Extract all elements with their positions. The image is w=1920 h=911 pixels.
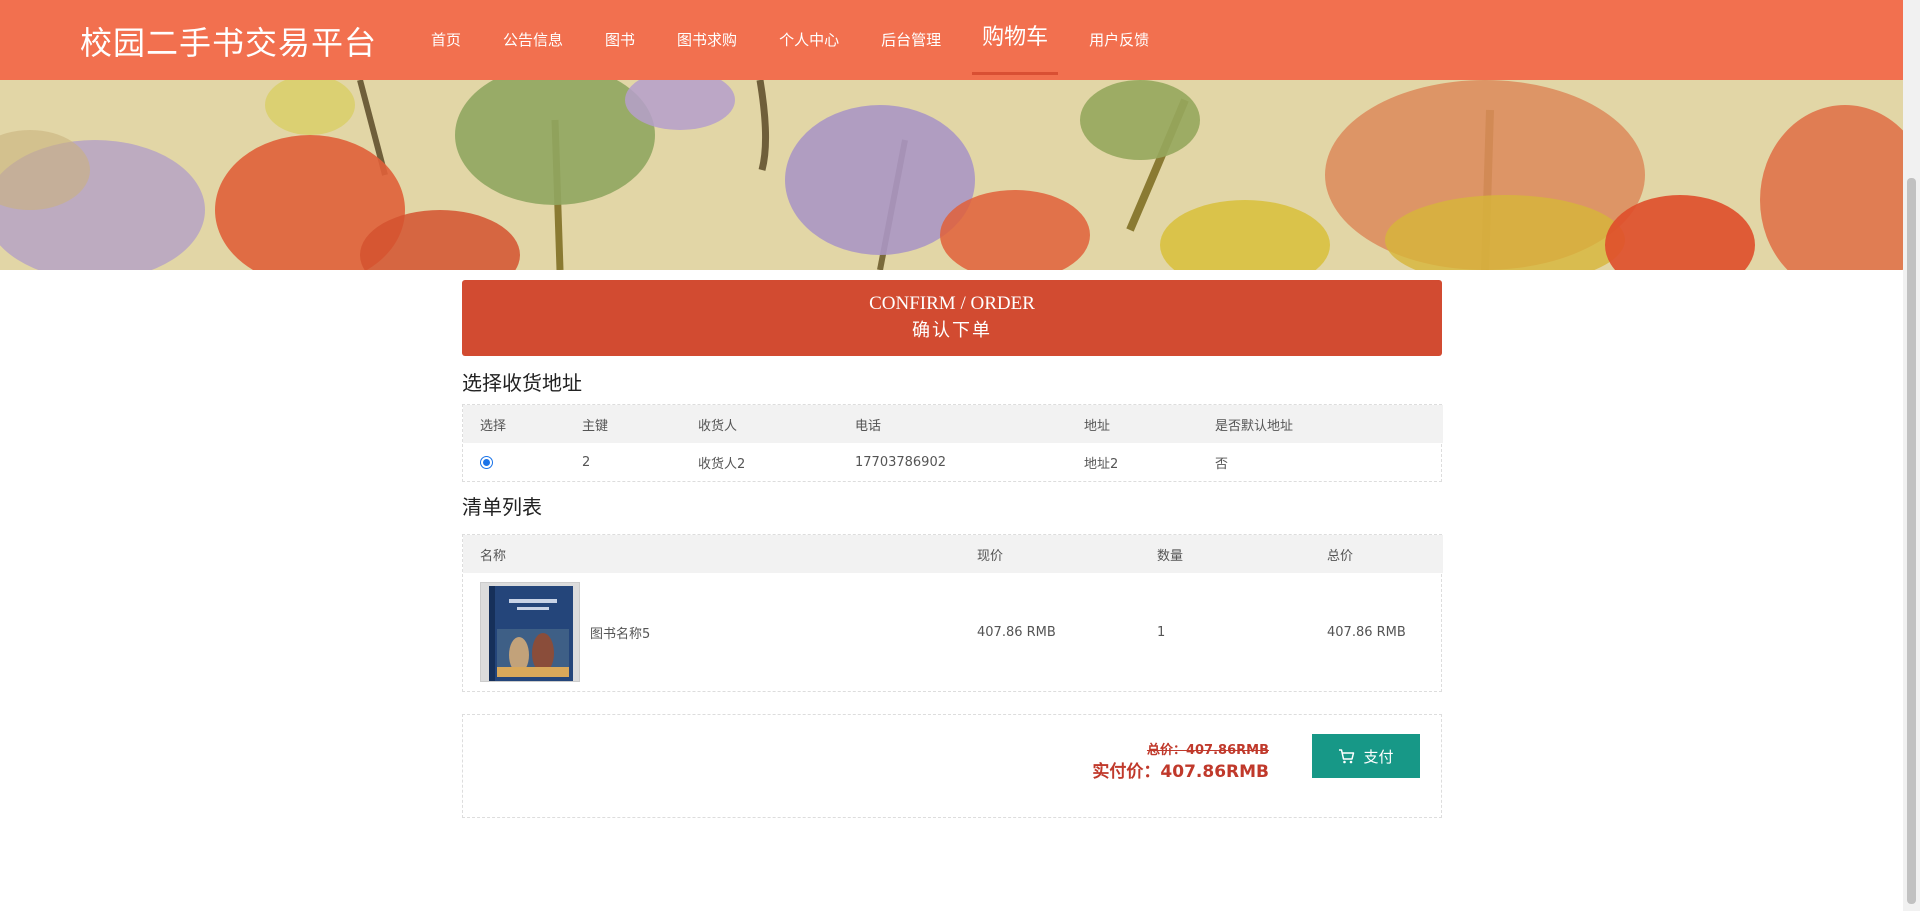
address-table: 选择 主键 收货人 电话 地址 是否默认地址 2 收货人2 1770378690…: [463, 405, 1443, 481]
confirm-title-cn: 确认下单: [912, 320, 992, 341]
pay-button-label: 支付: [1363, 747, 1394, 766]
address-receiver: 收货人2: [698, 456, 746, 472]
book-price: 407.86 RMB: [977, 624, 1056, 640]
col-total: 总价: [1310, 535, 1443, 573]
book-cover-image[interactable]: [480, 582, 580, 682]
cart-icon: [1339, 749, 1355, 764]
col-qty: 数量: [1140, 535, 1310, 573]
book-cover-icon: [481, 583, 579, 681]
table-row: 图书名称5 407.86 RMB 1 407.86 RMB: [463, 573, 1443, 691]
total-price-actual: 实付价：407.86RMB: [1092, 762, 1269, 782]
col-price: 现价: [960, 535, 1140, 573]
nav-personal-center[interactable]: 个人中心: [758, 0, 860, 80]
confirm-title-en: CONFIRM / ORDER: [869, 293, 1035, 314]
col-default: 是否默认地址: [1198, 405, 1443, 443]
list-table-wrapper: 名称 现价 数量 总价 图书名称5 407.86 RMB 1 407.86 RM…: [462, 534, 1443, 692]
address-table-wrapper: 选择 主键 收货人 电话 地址 是否默认地址 2 收货人2 1770378690…: [462, 404, 1443, 482]
address-section-title: 选择收货地址: [462, 371, 582, 395]
top-nav-bar: 校园二手书交易平台 首页 公告信息 图书 图书求购 个人中心 后台管理 购物车 …: [0, 0, 1903, 80]
nav-book-requests[interactable]: 图书求购: [656, 0, 758, 80]
col-address: 地址: [1067, 405, 1198, 443]
col-select: 选择: [463, 405, 565, 443]
nav-books[interactable]: 图书: [584, 0, 656, 80]
list-section-title: 清单列表: [462, 495, 542, 519]
book-name[interactable]: 图书名称5: [590, 623, 650, 642]
banner-trees-illustration: [0, 80, 1903, 270]
address-text: 地址2: [1084, 456, 1119, 472]
nav-feedback[interactable]: 用户反馈: [1068, 0, 1170, 80]
site-brand[interactable]: 校园二手书交易平台: [80, 18, 377, 64]
address-default: 否: [1215, 456, 1229, 472]
scrollbar-thumb[interactable]: [1907, 178, 1916, 904]
col-id: 主键: [565, 405, 681, 443]
order-list-table: 名称 现价 数量 总价 图书名称5 407.86 RMB 1 407.86 RM…: [463, 535, 1443, 691]
address-radio[interactable]: [480, 455, 493, 469]
pay-button[interactable]: 支付: [1312, 734, 1420, 778]
vertical-scrollbar[interactable]: [1903, 0, 1920, 911]
nav-home[interactable]: 首页: [410, 0, 482, 80]
table-row: 2 收货人2 17703786902 地址2 否: [463, 443, 1443, 481]
address-phone: 17703786902: [855, 454, 946, 470]
book-qty: 1: [1157, 624, 1166, 640]
col-receiver: 收货人: [681, 405, 838, 443]
col-phone: 电话: [838, 405, 1067, 443]
confirm-order-header: CONFIRM / ORDER 确认下单: [462, 280, 1442, 356]
main-nav: 首页 公告信息 图书 图书求购 个人中心 后台管理 购物车 用户反馈: [410, 0, 1170, 80]
address-select-cell: [463, 443, 565, 481]
payment-summary: 总价：407.86RMB 实付价：407.86RMB 支付: [462, 714, 1442, 818]
address-table-header: 选择 主键 收货人 电话 地址 是否默认地址: [463, 405, 1443, 443]
list-table-header: 名称 现价 数量 总价: [463, 535, 1443, 573]
order-content: CONFIRM / ORDER 确认下单 选择收货地址 选择 主键 收货人 电话…: [462, 280, 1443, 818]
total-price-original: 总价：407.86RMB: [1146, 743, 1269, 758]
nav-admin[interactable]: 后台管理: [860, 0, 962, 80]
banner-image: [0, 80, 1903, 270]
book-name-cell: 图书名称5: [463, 573, 960, 691]
col-name: 名称: [463, 535, 960, 573]
nav-announcements[interactable]: 公告信息: [482, 0, 584, 80]
nav-cart[interactable]: 购物车: [972, 0, 1059, 80]
book-total: 407.86 RMB: [1327, 624, 1406, 640]
address-id: 2: [582, 454, 591, 470]
